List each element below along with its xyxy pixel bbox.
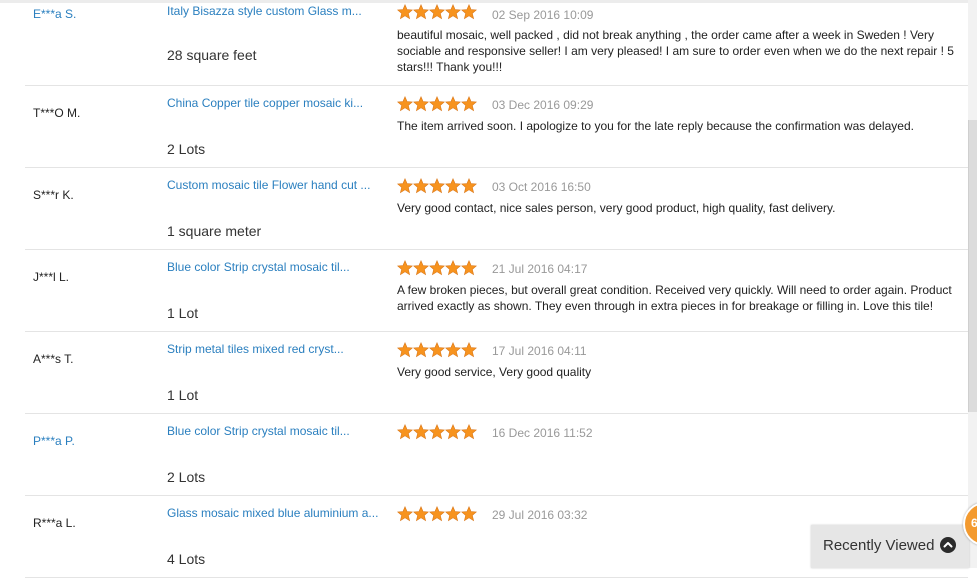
rating-stars xyxy=(397,4,477,20)
review-date: 03 Dec 2016 09:29 xyxy=(492,98,594,112)
star-icon xyxy=(445,96,461,112)
review-date: 29 Jul 2016 03:32 xyxy=(492,508,588,522)
feedback-text: Very good service, Very good quality xyxy=(397,365,592,379)
product-link[interactable]: China Copper tile copper mosaic ki... xyxy=(167,95,382,111)
star-icon xyxy=(397,506,413,522)
star-icon xyxy=(429,506,445,522)
star-icon xyxy=(429,260,445,276)
star-icon xyxy=(429,424,445,440)
buyer-name: S***r K. xyxy=(33,188,74,202)
review-row: S***r K. Custom mosaic tile Flower hand … xyxy=(25,168,968,250)
star-icon xyxy=(429,178,445,194)
star-icon xyxy=(397,260,413,276)
star-icon xyxy=(461,178,477,194)
rating-stars xyxy=(397,260,477,276)
review-date: 16 Dec 2016 11:52 xyxy=(492,426,593,440)
rating-stars xyxy=(397,96,477,112)
star-icon xyxy=(461,96,477,112)
review-row: E***a S. Italy Bisazza style custom Glas… xyxy=(25,0,968,86)
buyer-name: R***a L. xyxy=(33,516,76,530)
star-icon xyxy=(461,260,477,276)
feedback-text: Very good contact, nice sales person, ve… xyxy=(397,201,836,215)
rating-stars xyxy=(397,178,477,194)
star-icon xyxy=(413,260,429,276)
review-date: 02 Sep 2016 10:09 xyxy=(492,8,594,22)
recently-viewed-label: Recently Viewed xyxy=(823,537,935,554)
review-date: 03 Oct 2016 16:50 xyxy=(492,180,591,194)
star-icon xyxy=(445,342,461,358)
star-icon xyxy=(397,342,413,358)
star-icon xyxy=(461,4,477,20)
buyer-name[interactable]: E***a S. xyxy=(33,7,76,21)
order-quantity: 1 Lot xyxy=(167,387,199,403)
star-icon xyxy=(445,424,461,440)
star-icon xyxy=(429,96,445,112)
review-date: 21 Jul 2016 04:17 xyxy=(492,262,588,276)
star-icon xyxy=(397,178,413,194)
buyer-name: T***O M. xyxy=(33,106,81,120)
order-quantity: 2 Lots xyxy=(167,469,206,485)
star-icon xyxy=(413,342,429,358)
product-link[interactable]: Strip metal tiles mixed red cryst... xyxy=(167,341,382,357)
scrollbar-thumb[interactable] xyxy=(968,120,977,412)
star-icon xyxy=(429,4,445,20)
star-icon xyxy=(461,342,477,358)
star-icon xyxy=(397,424,413,440)
rating-stars xyxy=(397,424,477,440)
order-quantity: 2 Lots xyxy=(167,141,206,157)
product-link[interactable]: Custom mosaic tile Flower hand cut ... xyxy=(167,177,382,193)
rating-stars xyxy=(397,342,477,358)
star-icon xyxy=(413,96,429,112)
star-icon xyxy=(413,4,429,20)
star-icon xyxy=(461,424,477,440)
feedback-text: The item arrived soon. I apologize to yo… xyxy=(397,119,914,133)
feedback-text: A few broken pieces, but overall great c… xyxy=(397,283,952,313)
review-row: A***s T. Strip metal tiles mixed red cry… xyxy=(25,332,968,414)
star-icon xyxy=(445,260,461,276)
product-link[interactable]: Italy Bisazza style custom Glass m... xyxy=(167,3,382,19)
order-quantity: 1 Lot xyxy=(167,305,199,321)
star-icon xyxy=(445,4,461,20)
feedback-text: beautiful mosaic, well packed , did not … xyxy=(397,28,954,74)
review-row: T***O M. China Copper tile copper mosaic… xyxy=(25,86,968,168)
star-icon xyxy=(413,424,429,440)
star-icon xyxy=(413,178,429,194)
rating-stars xyxy=(397,506,477,522)
chevron-up-icon[interactable] xyxy=(940,537,956,553)
buyer-name: A***s T. xyxy=(33,352,74,366)
star-icon xyxy=(397,96,413,112)
star-icon xyxy=(445,178,461,194)
order-quantity: 4 Lots xyxy=(167,551,206,567)
order-quantity: 1 square meter xyxy=(167,223,262,239)
recently-viewed-panel[interactable]: Recently Viewed xyxy=(811,525,969,568)
star-icon xyxy=(413,506,429,522)
star-icon xyxy=(445,506,461,522)
review-row: J***l L. Blue color Strip crystal mosaic… xyxy=(25,250,968,332)
review-date: 17 Jul 2016 04:11 xyxy=(492,344,587,358)
product-link[interactable]: Glass mosaic mixed blue aluminium a... xyxy=(167,505,382,521)
review-list: E***a S. Italy Bisazza style custom Glas… xyxy=(25,0,968,578)
order-quantity: 28 square feet xyxy=(167,47,257,63)
star-icon xyxy=(397,4,413,20)
star-icon xyxy=(429,342,445,358)
star-icon xyxy=(461,506,477,522)
product-link[interactable]: Blue color Strip crystal mosaic til... xyxy=(167,423,382,439)
review-row: P***a P. Blue color Strip crystal mosaic… xyxy=(25,414,968,496)
product-link[interactable]: Blue color Strip crystal mosaic til... xyxy=(167,259,382,275)
buyer-name[interactable]: P***a P. xyxy=(33,434,75,448)
buyer-name: J***l L. xyxy=(33,270,70,284)
